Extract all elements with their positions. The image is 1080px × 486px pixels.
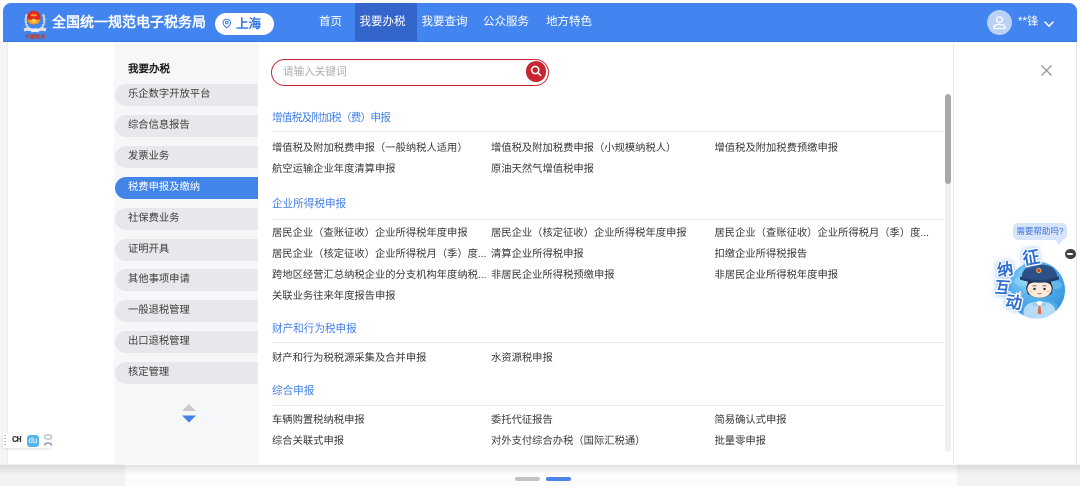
svg-text:中国税务: 中国税务 [25,33,47,41]
